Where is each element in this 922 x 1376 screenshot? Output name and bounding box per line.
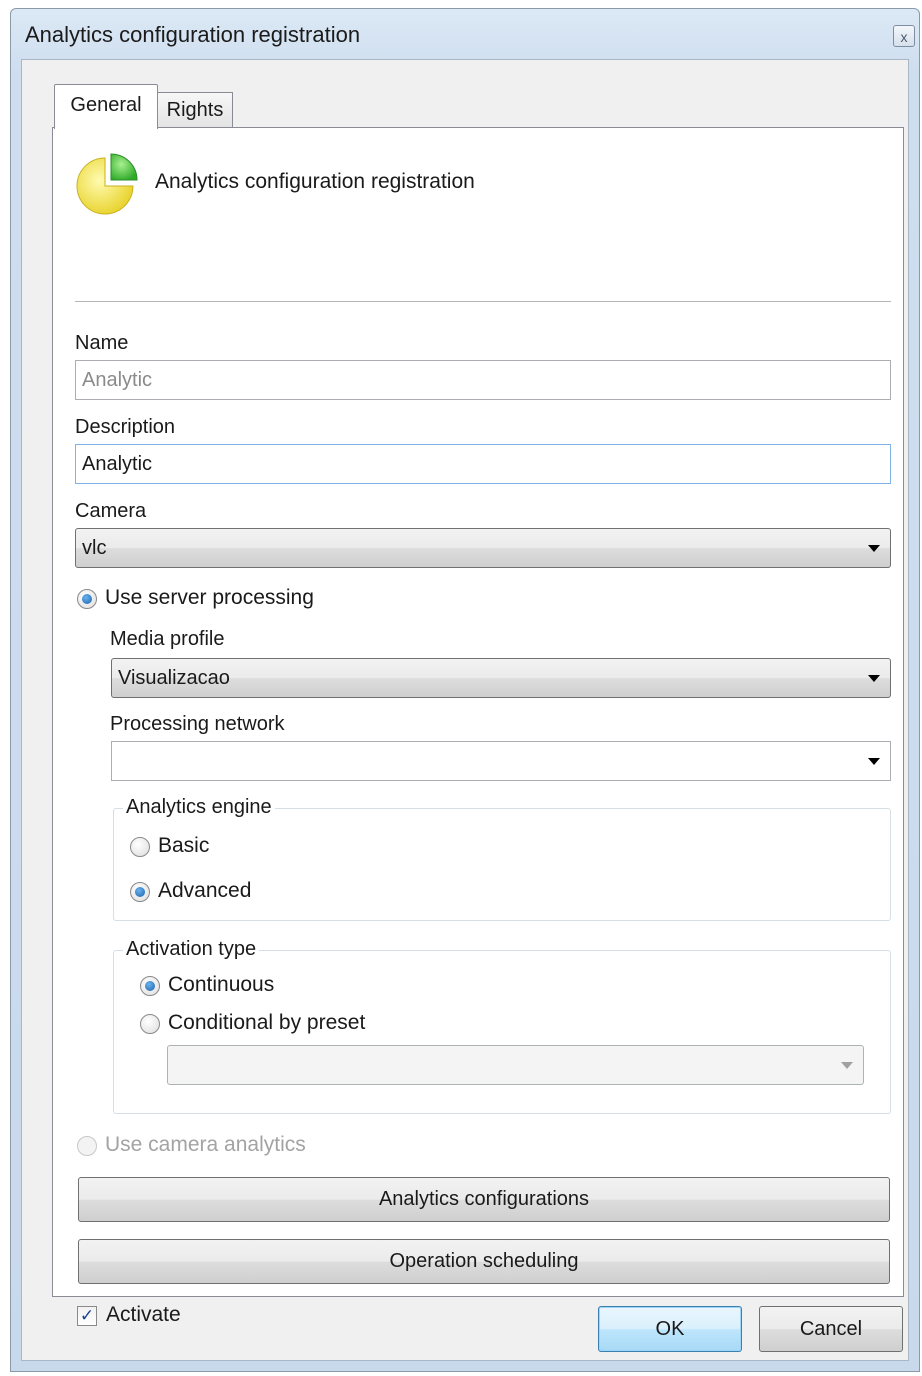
media-profile-label: Media profile [110, 628, 225, 650]
activation-type-title: Activation type [123, 938, 260, 961]
basic-label[interactable]: Basic [158, 834, 209, 858]
conditional-by-preset-radio[interactable] [140, 1014, 160, 1034]
media-profile-select-value: Visualizacao [118, 667, 230, 689]
dialog-window: Analytics configuration registration x G… [10, 8, 920, 1372]
title-bar[interactable]: Analytics configuration registration x [11, 9, 919, 59]
dialog-client-area: General Rights Analytics configuration r… [21, 59, 909, 1361]
media-profile-select[interactable]: Visualizacao [111, 658, 891, 698]
activate-checkbox[interactable]: ✓ [77, 1306, 97, 1326]
basic-radio[interactable] [130, 837, 150, 857]
tab-rights[interactable]: Rights [157, 92, 233, 128]
pie-chart-icon [76, 153, 138, 215]
analytics-engine-title: Analytics engine [123, 796, 275, 819]
close-icon: x [900, 29, 908, 45]
chevron-down-icon [841, 1062, 853, 1069]
header-divider [75, 301, 891, 302]
advanced-radio[interactable] [130, 882, 150, 902]
operation-scheduling-button[interactable]: Operation scheduling [78, 1239, 890, 1284]
header-title: Analytics configuration registration [155, 170, 475, 193]
preset-select [167, 1045, 864, 1085]
camera-select[interactable]: vlc [75, 528, 891, 568]
name-label: Name [75, 332, 129, 354]
chevron-down-icon [868, 545, 880, 552]
advanced-label[interactable]: Advanced [158, 879, 251, 903]
close-button[interactable]: x [893, 25, 915, 47]
camera-select-value: vlc [82, 537, 107, 559]
name-field[interactable]: Analytic [75, 360, 891, 400]
tab-general[interactable]: General [54, 84, 158, 129]
cancel-button[interactable]: Cancel [759, 1306, 903, 1352]
processing-network-label: Processing network [110, 713, 285, 735]
analytics-engine-group [113, 808, 891, 921]
use-camera-analytics-label: Use camera analytics [105, 1133, 306, 1156]
use-server-processing-label[interactable]: Use server processing [105, 586, 314, 610]
camera-label: Camera [75, 500, 147, 522]
chevron-down-icon [868, 675, 880, 682]
ok-button[interactable]: OK [598, 1306, 742, 1352]
description-field[interactable]: Analytic [75, 444, 891, 484]
chevron-down-icon [868, 758, 880, 765]
continuous-radio[interactable] [140, 976, 160, 996]
general-tab-panel: Analytics configuration registration Nam… [52, 127, 904, 1326]
processing-network-select[interactable] [111, 741, 891, 781]
activate-label[interactable]: Activate [106, 1303, 181, 1327]
use-camera-analytics-radio [77, 1136, 97, 1156]
conditional-by-preset-label[interactable]: Conditional by preset [168, 1011, 365, 1035]
window-title: Analytics configuration registration [25, 22, 361, 47]
continuous-label[interactable]: Continuous [168, 973, 274, 997]
analytics-configurations-button[interactable]: Analytics configurations [78, 1177, 890, 1222]
use-server-processing-radio[interactable] [77, 589, 97, 609]
description-label: Description [75, 416, 176, 438]
